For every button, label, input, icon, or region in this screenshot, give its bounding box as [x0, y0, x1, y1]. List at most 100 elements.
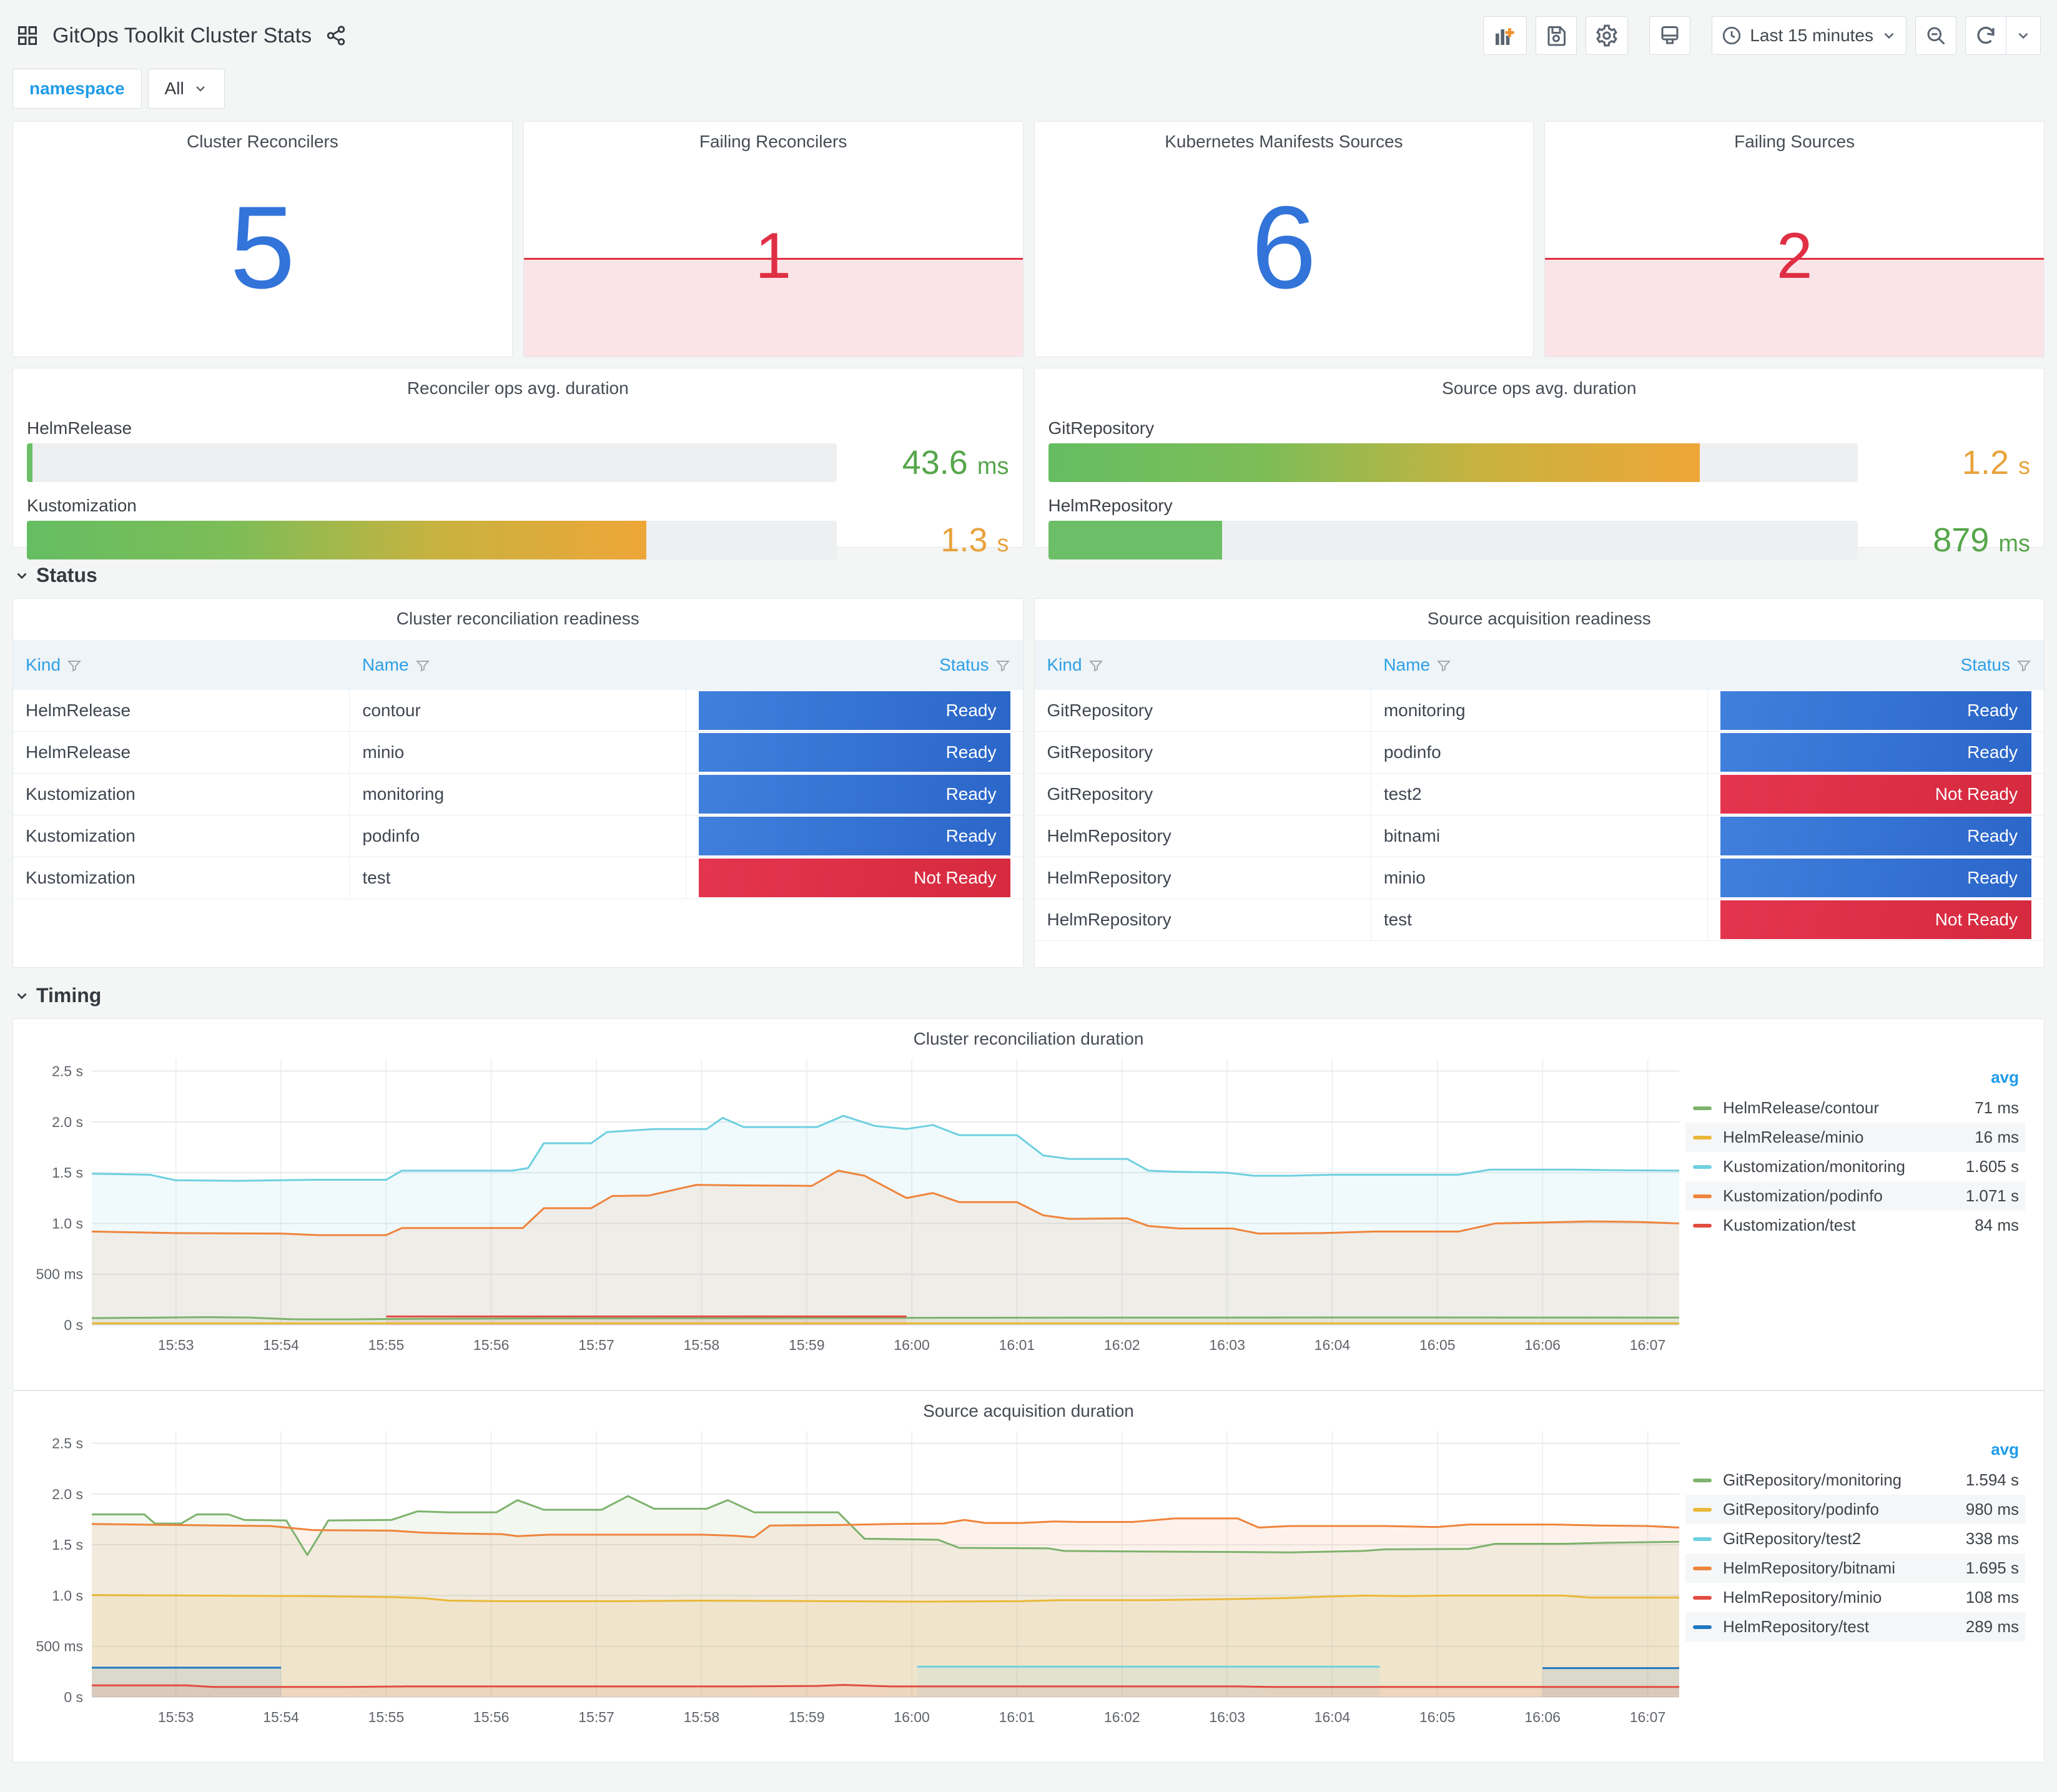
- section-status[interactable]: Status: [14, 564, 2045, 587]
- refresh-interval-dropdown[interactable]: [2006, 16, 2041, 55]
- gauges-row: Reconciler ops avg. duration HelmRelease 4…: [12, 368, 2045, 559]
- column-header-name[interactable]: Name: [1371, 640, 1708, 690]
- stat-value: 6: [1251, 181, 1317, 313]
- chart-plot-area[interactable]: 15:53 15:54 15:55 15:56 15:57 15:58 15:59 16:00…: [13, 1049, 1685, 1361]
- chevron-down-icon: [1884, 32, 1894, 39]
- y-axis-tick: 500 ms: [36, 1266, 83, 1282]
- table-row: Kustomization monitoring Ready: [13, 773, 1023, 815]
- legend-item[interactable]: GitRepository/monitoring 1.594 s: [1685, 1465, 2025, 1495]
- save-dashboard-button[interactable]: [1536, 16, 1577, 55]
- legend-item[interactable]: HelmRepository/minio 108 ms: [1685, 1583, 2025, 1612]
- legend-item[interactable]: Kustomization/monitoring 1.605 s: [1685, 1152, 2025, 1181]
- table-row: Kustomization podinfo Ready: [13, 815, 1023, 857]
- legend-item[interactable]: HelmRelease/minio 16 ms: [1685, 1123, 2025, 1152]
- refresh-button[interactable]: [1965, 16, 2006, 55]
- cycle-view-button[interactable]: [1649, 16, 1691, 55]
- column-header-kind[interactable]: Kind: [13, 640, 350, 690]
- section-timing[interactable]: Timing: [14, 984, 2045, 1007]
- cell-kind: GitRepository: [1034, 731, 1371, 774]
- column-header-status[interactable]: Status: [686, 640, 1023, 690]
- namespace-variable-value: All: [164, 79, 184, 98]
- stat-value: 2: [1776, 220, 1813, 293]
- x-axis-tick: 15:57: [578, 1337, 614, 1353]
- y-axis-tick: 1.5 s: [52, 1164, 83, 1181]
- y-axis-tick: 1.0 s: [52, 1587, 83, 1603]
- legend-avg-header[interactable]: avg: [1685, 1437, 2025, 1465]
- status-badge: Ready: [1720, 691, 2031, 730]
- bar-gauge-label: HelmRepository: [1048, 496, 1173, 515]
- cell-kind: HelmRelease: [13, 690, 350, 732]
- legend-series-name: GitRepository/test2: [1723, 1529, 1862, 1548]
- time-range-picker[interactable]: Last 15 minutes: [1712, 16, 1907, 55]
- filter-funnel-icon[interactable]: [415, 658, 430, 673]
- status-badge: Not Ready: [1720, 775, 2031, 814]
- bar-gauge-panel: Source ops avg. duration GitRepository 1.2…: [1033, 368, 2045, 559]
- legend-swatch: [1693, 1223, 1712, 1228]
- status-badge: Ready: [1720, 733, 2031, 772]
- zoom-out-button[interactable]: [1915, 16, 1956, 55]
- column-header-status[interactable]: Status: [1707, 640, 2044, 690]
- stat-panel-title: Failing Sources: [1734, 132, 1855, 151]
- chevron-down-icon: [17, 573, 27, 579]
- cell-status: Ready: [686, 815, 1023, 857]
- bar-gauge-row: GitRepository 1.2 s: [1048, 418, 2030, 482]
- legend-avg-header[interactable]: avg: [1685, 1065, 2025, 1093]
- table-row: HelmRepository test Not Ready: [1034, 898, 2044, 941]
- legend-item[interactable]: GitRepository/test2 338 ms: [1685, 1524, 2025, 1553]
- legend-item[interactable]: HelmRepository/test 289 ms: [1685, 1612, 2025, 1642]
- legend-series-name: Kustomization/test: [1723, 1216, 1856, 1234]
- x-axis-tick: 16:00: [894, 1337, 930, 1353]
- legend-item[interactable]: HelmRepository/bitnami 1.695 s: [1685, 1553, 2025, 1583]
- bar-gauge-value: 1.2 s: [1961, 444, 2030, 481]
- legend-avg-value: 108 ms: [1965, 1588, 2019, 1607]
- cell-kind: GitRepository: [1034, 690, 1371, 732]
- dashboards-grid-icon[interactable]: [16, 24, 39, 47]
- filter-funnel-icon[interactable]: [2016, 658, 2031, 673]
- x-axis-tick: 15:59: [789, 1337, 825, 1353]
- x-axis-tick: 15:55: [368, 1709, 405, 1725]
- status-badge: Ready: [1720, 859, 2031, 897]
- filter-funnel-icon[interactable]: [1088, 658, 1103, 673]
- filter-funnel-icon[interactable]: [1436, 658, 1451, 673]
- legend-series-name: HelmRepository/minio: [1723, 1588, 1882, 1607]
- legend-item[interactable]: Kustomization/podinfo 1.071 s: [1685, 1181, 2025, 1211]
- share-icon[interactable]: [325, 25, 347, 46]
- legend-item[interactable]: Kustomization/test 84 ms: [1685, 1211, 2025, 1240]
- x-axis-tick: 16:02: [1104, 1337, 1140, 1353]
- x-axis-tick: 16:02: [1104, 1709, 1140, 1725]
- legend-avg-value: 71 ms: [1975, 1098, 2019, 1117]
- cell-kind: Kustomization: [13, 773, 350, 815]
- x-axis-tick: 16:07: [1630, 1337, 1666, 1353]
- time-range-label: Last 15 minutes: [1750, 26, 1873, 45]
- filter-funnel-icon[interactable]: [67, 658, 82, 673]
- chart-plot-area[interactable]: 15:53 15:54 15:55 15:56 15:57 15:58 15:59 16:00…: [13, 1421, 1685, 1733]
- cell-name: podinfo: [1371, 731, 1708, 774]
- cell-name: contour: [349, 690, 687, 732]
- cell-status: Not Ready: [1707, 898, 2044, 941]
- add-panel-button[interactable]: [1483, 16, 1527, 55]
- x-axis-tick: 16:05: [1419, 1709, 1456, 1725]
- status-badge: Ready: [1720, 817, 2031, 855]
- bar-gauge-track: [1048, 521, 1858, 559]
- column-header-kind[interactable]: Kind: [1034, 640, 1371, 690]
- legend-item[interactable]: GitRepository/podinfo 980 ms: [1685, 1495, 2025, 1524]
- bar-gauge-label: GitRepository: [1048, 418, 1155, 438]
- cell-name: minio: [349, 731, 687, 774]
- cell-name: bitnami: [1371, 815, 1708, 857]
- cell-status: Ready: [1707, 857, 2044, 899]
- cell-kind: HelmRepository: [1034, 815, 1371, 857]
- column-header-name[interactable]: Name: [349, 640, 686, 690]
- filter-funnel-icon[interactable]: [995, 658, 1010, 673]
- namespace-variable-select[interactable]: All: [147, 69, 225, 109]
- cycle-view-icon: [1661, 26, 1679, 44]
- cell-status: Not Ready: [686, 857, 1023, 899]
- legend-item[interactable]: HelmRelease/contour 71 ms: [1685, 1093, 2025, 1123]
- dashboard-settings-button[interactable]: [1586, 16, 1629, 55]
- legend-avg-value: 84 ms: [1975, 1216, 2019, 1234]
- stat-panel: Failing Sources 2: [1544, 121, 2045, 357]
- legend-swatch: [1693, 1507, 1712, 1512]
- x-axis-tick: 16:04: [1315, 1709, 1351, 1725]
- cell-kind: HelmRepository: [1034, 898, 1371, 941]
- stat-panel-title: Kubernetes Manifests Sources: [1165, 132, 1403, 151]
- table-row: GitRepository test2 Not Ready: [1034, 773, 2044, 815]
